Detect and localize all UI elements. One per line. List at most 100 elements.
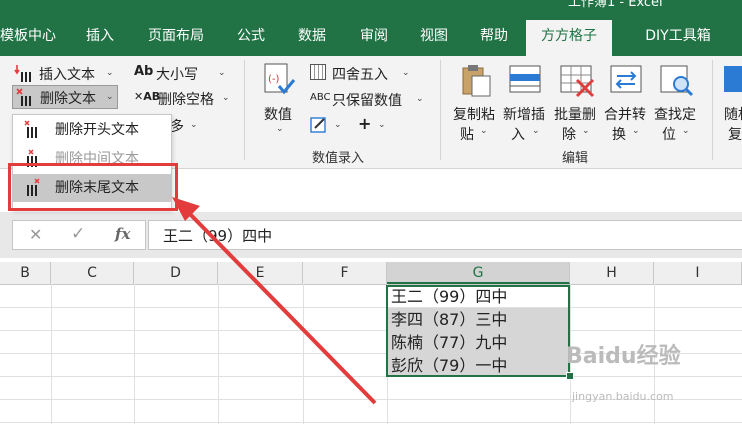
- value-label: 数值: [264, 107, 292, 123]
- column-header-i[interactable]: I: [654, 262, 742, 284]
- copy-paste-label: 复制粘: [453, 107, 495, 123]
- window-title: 工作簿1 - Excel: [568, 0, 663, 10]
- delete-text-icon: [16, 88, 31, 106]
- batch-delete-icon: [560, 65, 595, 98]
- chevron-down-icon: ⌄: [582, 126, 590, 136]
- find-icon: [660, 65, 694, 97]
- random-button[interactable]: 随机 复: [718, 60, 742, 144]
- case-label: 大小写: [156, 67, 198, 83]
- merge-convert-label-2: 换: [612, 127, 626, 143]
- group-separator: [440, 60, 441, 160]
- cancel-icon[interactable]: ✕: [29, 225, 42, 244]
- grid-line: [0, 307, 742, 308]
- watermark-url: jingyan.baidu.com: [572, 390, 674, 403]
- batch-delete-label-2: 除: [562, 127, 576, 143]
- tab-view[interactable]: 视图: [410, 20, 458, 56]
- chevron-down-icon: ⌄: [218, 68, 226, 78]
- column-header-b[interactable]: B: [0, 262, 51, 284]
- value-button[interactable]: (-) 数值 ⌄: [256, 60, 302, 140]
- title-bar: 工作簿1 - Excel 模板中心 插入 页面布局 公式 数据 审阅 视图 帮助…: [0, 0, 742, 56]
- delete-space-label: 删除空格: [158, 92, 214, 108]
- new-insert-label-2: 入: [511, 127, 525, 143]
- group-separator: [244, 60, 245, 160]
- formula-input[interactable]: 王二（99）四中: [148, 220, 742, 250]
- annotation-highlight-box: [8, 163, 178, 211]
- tab-formulas[interactable]: 公式: [228, 20, 274, 56]
- find-locate-button[interactable]: 查找定 位 ⌄: [652, 60, 702, 144]
- fx-icon[interactable]: fx: [115, 225, 130, 243]
- chevron-down-icon: ⌄: [480, 126, 488, 136]
- column-headers: B C D E F G H I: [0, 262, 742, 285]
- formula-value: 王二（99）四中: [163, 227, 273, 245]
- add-button[interactable]: + ⌄: [356, 114, 392, 136]
- fill-handle[interactable]: [566, 372, 574, 380]
- keep-value-button[interactable]: ABC 只保留数值 ⌄: [310, 88, 428, 110]
- tab-help[interactable]: 帮助: [470, 20, 518, 56]
- column-header-c[interactable]: C: [51, 262, 134, 284]
- delete-space-icon: ✕AB: [134, 90, 161, 103]
- keep-value-label: 只保留数值: [332, 93, 402, 109]
- keep-value-icon: ABC: [310, 92, 331, 103]
- tab-review[interactable]: 审阅: [348, 20, 400, 56]
- delete-space-button[interactable]: ✕AB 删除空格 ⌄: [134, 87, 234, 109]
- svg-text:(-): (-): [268, 74, 280, 85]
- tab-data[interactable]: 数据: [288, 20, 336, 56]
- merge-convert-label: 合并转: [604, 107, 646, 123]
- chevron-down-icon: ⌄: [106, 68, 114, 78]
- chevron-down-icon: ⌄: [378, 120, 386, 130]
- case-button[interactable]: Ab 大小写 ⌄: [134, 62, 226, 84]
- grid-line: [218, 284, 219, 424]
- random-icon: [724, 66, 742, 92]
- column-header-f[interactable]: F: [303, 262, 387, 284]
- more-label: 多: [170, 119, 184, 135]
- edit-icon: [310, 117, 326, 133]
- tab-insert[interactable]: 插入: [76, 20, 124, 56]
- copy-paste-label-2: 贴: [460, 127, 474, 143]
- chevron-down-icon: ⌄: [402, 68, 410, 78]
- new-insert-label: 新增插: [503, 107, 545, 123]
- chevron-down-icon: ⌄: [532, 126, 540, 136]
- selection-border: [386, 285, 570, 377]
- chevron-down-icon: ⌄: [222, 93, 230, 103]
- merge-convert-button[interactable]: 合并转 换 ⌄: [602, 60, 652, 144]
- value-icon: (-): [264, 63, 296, 95]
- new-insert-button[interactable]: 新增插 入 ⌄: [500, 60, 552, 144]
- batch-delete-button[interactable]: 批量删 除 ⌄: [552, 60, 602, 144]
- merge-convert-icon: [610, 65, 642, 93]
- more-button[interactable]: 多 ⌄: [170, 114, 204, 136]
- tab-page-layout[interactable]: 页面布局: [138, 20, 214, 56]
- tab-template-center[interactable]: 模板中心: [0, 20, 56, 56]
- menu-item-label: 删除开头文本: [55, 122, 139, 138]
- column-header-h[interactable]: H: [570, 262, 654, 284]
- chevron-down-icon: ⌄: [106, 92, 114, 102]
- tab-diy-toolbox[interactable]: DIY工具箱: [622, 20, 734, 56]
- group-label-edit: 编辑: [562, 151, 589, 166]
- grid-line: [51, 284, 52, 424]
- random-label-2: 复: [728, 127, 742, 143]
- grid-line: [0, 376, 742, 377]
- find-locate-label-2: 位: [662, 127, 676, 143]
- grid-line: [303, 284, 304, 424]
- group-label-value-entry: 数值录入: [312, 151, 365, 166]
- edit-format-button[interactable]: ⌄: [310, 114, 350, 136]
- tab-fangfang-gezi[interactable]: 方方格子: [526, 20, 612, 56]
- grid-line: [0, 330, 742, 331]
- column-header-g[interactable]: G: [387, 262, 570, 284]
- find-locate-label: 查找定: [654, 107, 696, 123]
- menu-item-delete-start-text[interactable]: 删除开头文本: [13, 116, 171, 144]
- random-label: 随机: [724, 107, 742, 123]
- delete-text-button[interactable]: 删除文本 ⌄: [12, 85, 118, 109]
- round-button[interactable]: 四舍五入 ⌄: [310, 62, 414, 84]
- enter-icon[interactable]: ✓: [71, 224, 85, 244]
- column-header-e[interactable]: E: [218, 262, 303, 284]
- watermark-logo: Baidu经验: [566, 344, 681, 369]
- column-header-d[interactable]: D: [134, 262, 218, 284]
- insert-text-button[interactable]: 插入文本 ⌄: [14, 62, 118, 84]
- name-box[interactable]: ✕ ✓ fx: [12, 220, 146, 250]
- grid-line: [134, 284, 135, 424]
- chevron-down-icon: ⌄: [334, 120, 342, 130]
- chevron-down-icon: ⌄: [632, 126, 640, 136]
- copy-paste-button[interactable]: 复制粘 贴 ⌄: [450, 60, 500, 144]
- group-separator: [712, 60, 713, 160]
- chevron-down-icon: ⌄: [276, 124, 284, 134]
